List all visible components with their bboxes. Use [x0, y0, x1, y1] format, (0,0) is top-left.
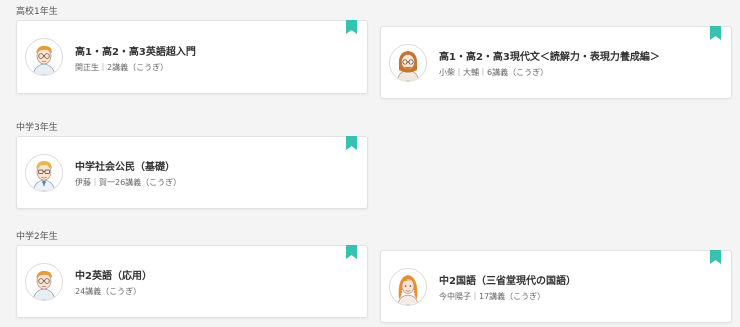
course-card-gendaibun[interactable]: 高1・高2・高3現代文＜読解力・表現力養成編＞ 小柴｜大輔｜6講義（こうぎ）	[380, 26, 732, 99]
course-title[interactable]: 高1・高2・高3英語超入門	[75, 43, 196, 58]
section-label-koukou1: 高校1年生	[16, 7, 58, 17]
course-subtitle: 小柴｜大輔｜6講義（こうぎ）	[439, 68, 549, 77]
teacher-avatar-icon	[25, 38, 63, 76]
section-label-chugaku2: 中学2年生	[16, 232, 58, 242]
bookmark-icon[interactable]	[346, 245, 357, 259]
course-subtitle: 関正生｜2講義（こうぎ）	[75, 63, 169, 72]
teacher-avatar-icon	[25, 262, 63, 301]
bookmark-icon[interactable]	[710, 26, 721, 40]
teacher-avatar-icon	[389, 43, 427, 82]
course-title[interactable]: 中2英語（応用）	[75, 267, 152, 282]
course-subtitle: 伊藤｜賀一26講義（こうぎ）	[75, 178, 182, 187]
course-title[interactable]: 中学社会公民（基礎）	[75, 158, 175, 173]
course-card-chu2-kokugo[interactable]: 中2国語（三省堂現代の国語） 今中陽子｜17講義（こうぎ）	[380, 250, 732, 323]
course-subtitle: 24講義（こうぎ）	[75, 287, 142, 296]
course-card-eigo-chonyumon[interactable]: 高1・高2・高3英語超入門 関正生｜2講義（こうぎ）	[16, 20, 368, 94]
course-title[interactable]: 高1・高2・高3現代文＜読解力・表現力養成編＞	[439, 48, 660, 63]
section-label-chugaku3: 中学3年生	[16, 123, 58, 133]
course-card-chu2-eigo[interactable]: 中2英語（応用） 24講義（こうぎ）	[16, 245, 368, 318]
bookmark-icon[interactable]	[710, 250, 721, 264]
course-title[interactable]: 中2国語（三省堂現代の国語）	[439, 272, 576, 287]
bookmark-icon[interactable]	[346, 20, 357, 34]
teacher-avatar-icon	[25, 153, 63, 192]
teacher-avatar-icon	[389, 267, 427, 306]
course-subtitle: 今中陽子｜17講義（こうぎ）	[439, 292, 546, 301]
course-card-shakai-koumin[interactable]: 中学社会公民（基礎） 伊藤｜賀一26講義（こうぎ）	[16, 136, 368, 209]
bookmark-icon[interactable]	[346, 136, 357, 150]
